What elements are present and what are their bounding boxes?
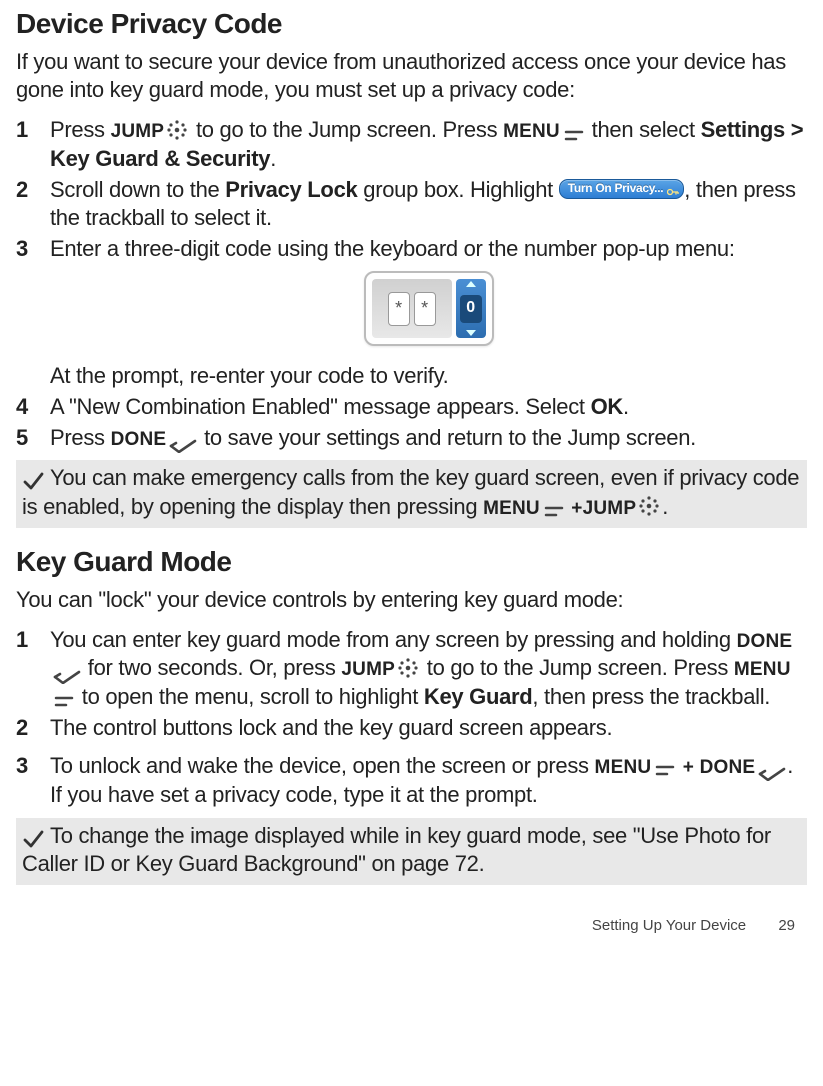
step-num: 4 [16,393,50,422]
text: to open the menu, scroll to highlight [76,684,424,709]
step-2: 2 The control buttons lock and the key g… [16,714,807,743]
menu-label: MENU [595,757,652,778]
intro-text: You can "lock" your device controls by e… [16,586,807,614]
tip-text: . [662,494,668,519]
text: Enter a three-digit code using the keybo… [50,236,735,261]
check-icon [22,470,44,492]
key-icon [667,185,679,193]
text: Press [50,425,111,450]
plus: + [566,498,583,519]
turn-on-privacy-button: Turn On Privacy... [559,179,685,199]
step-num: 3 [16,752,50,781]
plus: + [677,757,699,778]
step-body: Enter a three-digit code using the keybo… [50,235,807,359]
arrow-down-icon [466,330,476,336]
text: Scroll down to the [50,177,225,202]
bold-text: Key Guard [424,684,533,709]
jump-icon [638,495,660,517]
text: To unlock and wake the device, open the … [50,753,595,778]
step-3: 3 Enter a three-digit code using the key… [16,235,807,359]
jump-label: JUMP [111,121,165,142]
steps-list-keyguard: 1 You can enter key guard mode from any … [16,626,807,810]
menu-icon [54,689,74,705]
code-spinner: 0 [456,279,486,338]
page: Device Privacy Code If you want to secur… [0,0,823,950]
jump-icon [397,657,419,679]
text: to go to the Jump screen. Press [421,655,734,680]
bold-text: OK [591,394,623,419]
step-1: 1 You can enter key guard mode from any … [16,626,807,712]
text: The control buttons lock and the key gua… [50,715,612,740]
step-body: To unlock and wake the device, open the … [50,752,807,809]
page-footer: Setting Up Your Device 29 [16,917,807,934]
text: for two seconds. Or, press [82,655,341,680]
step-num: 1 [16,626,50,655]
tip-box: To change the image displayed while in k… [16,818,807,885]
text: group box. Highlight [357,177,558,202]
page-number: 29 [778,917,795,934]
menu-label: MENU [483,498,540,519]
code-cells: * * [372,279,452,338]
done-label: DONE [111,429,167,450]
text: . [270,146,276,171]
button-label: Turn On Privacy... [568,181,664,195]
done-icon [53,663,81,677]
code-cell: * [388,292,410,326]
text: A "New Combination Enabled" message appe… [50,394,591,419]
step-body: Press JUMP to go to the Jump screen. Pre… [50,116,807,173]
step-3: 3 To unlock and wake the device, open th… [16,752,807,809]
text: You can enter key guard mode from any sc… [50,627,737,652]
arrow-up-icon [466,281,476,287]
menu-label: MENU [503,121,560,142]
menu-label: MENU [734,659,791,680]
step-body: You can enter key guard mode from any sc… [50,626,807,712]
tip-text: To change the image displayed while in k… [22,823,771,877]
jump-icon [166,119,188,141]
menu-icon [655,758,675,774]
text: then select [586,117,701,142]
menu-icon [564,123,584,139]
text: to save your settings and return to the … [198,425,696,450]
section-title-keyguard: Key Guard Mode [16,546,807,578]
jump-label: JUMP [341,659,395,680]
text: , then press the trackball. [532,684,770,709]
steps-list-privacy-cont: 4 A "New Combination Enabled" message ap… [16,393,807,452]
code-popup-image: * * 0 [364,271,494,346]
step-body: Press DONE to save your settings and ret… [50,424,807,453]
step-num: 1 [16,116,50,145]
step-num: 5 [16,424,50,453]
menu-icon [544,499,564,515]
step-num: 2 [16,176,50,205]
text: Press [50,117,111,142]
code-cell: * [414,292,436,326]
done-label: DONE [737,631,793,652]
bold-text: Privacy Lock [225,177,357,202]
done-icon [169,432,197,446]
step-num: 3 [16,235,50,264]
jump-label: JUMP [583,498,637,519]
text: . [623,394,629,419]
step-4: 4 A "New Combination Enabled" message ap… [16,393,807,422]
step-body: The control buttons lock and the key gua… [50,714,807,743]
text: to go to the Jump screen. Press [190,117,503,142]
step-5: 5 Press DONE to save your settings and r… [16,424,807,453]
section-title-privacy: Device Privacy Code [16,8,807,40]
step-1: 1 Press JUMP to go to the Jump screen. P… [16,116,807,173]
tip-box: You can make emergency calls from the ke… [16,460,807,527]
steps-list-privacy: 1 Press JUMP to go to the Jump screen. P… [16,116,807,358]
spinner-value: 0 [460,295,482,323]
step-body: A "New Combination Enabled" message appe… [50,393,807,422]
step-body: Scroll down to the Privacy Lock group bo… [50,176,807,233]
check-icon [22,828,44,850]
done-icon [758,760,786,774]
tip-text: You can make emergency calls from the ke… [22,465,799,519]
intro-text: If you want to secure your device from u… [16,48,807,104]
step-num: 2 [16,714,50,743]
step-3-continuation: At the prompt, re-enter your code to ver… [50,362,807,391]
footer-label: Setting Up Your Device [592,917,746,934]
step-2: 2 Scroll down to the Privacy Lock group … [16,176,807,233]
done-label: DONE [700,757,756,778]
